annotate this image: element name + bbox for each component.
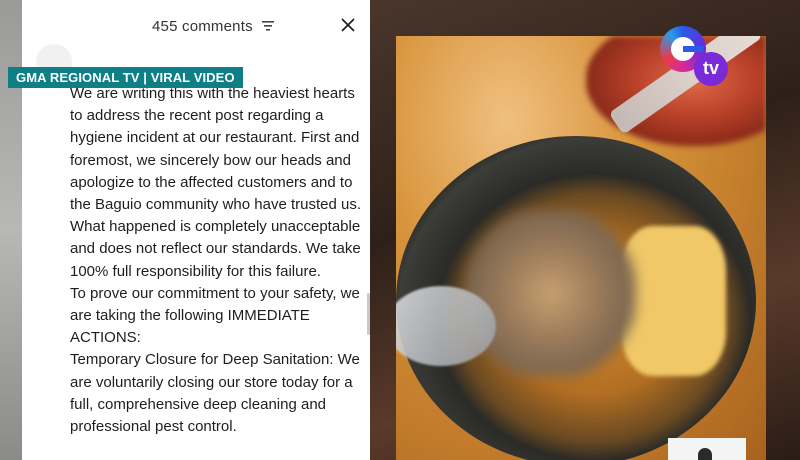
broadcast-label: GMA REGIONAL TV | VIRAL VIDEO [8,67,243,88]
post-paragraph: Temporary Closure for Deep Sanitation: W… [70,351,360,436]
gtv-logo: tv [660,26,738,86]
post-body: We are writing this with the heaviest he… [70,83,362,438]
filter-icon[interactable] [262,19,274,33]
post-paragraph: We are writing this with the heaviest he… [70,85,361,214]
potato-piece [621,226,726,376]
post-paragraph: What happened is completely unacceptable… [70,218,361,280]
food-photo [396,36,766,460]
post-paragraph: To prove our commitment to your safety, … [70,284,360,347]
gtv-logo-text: tv [694,52,728,86]
comments-count[interactable]: 455 comments [152,18,253,35]
blurred-object [466,211,636,376]
close-icon[interactable] [340,17,356,33]
comments-header: 455 comments [22,0,370,50]
presenter-thumbnail [668,438,746,460]
